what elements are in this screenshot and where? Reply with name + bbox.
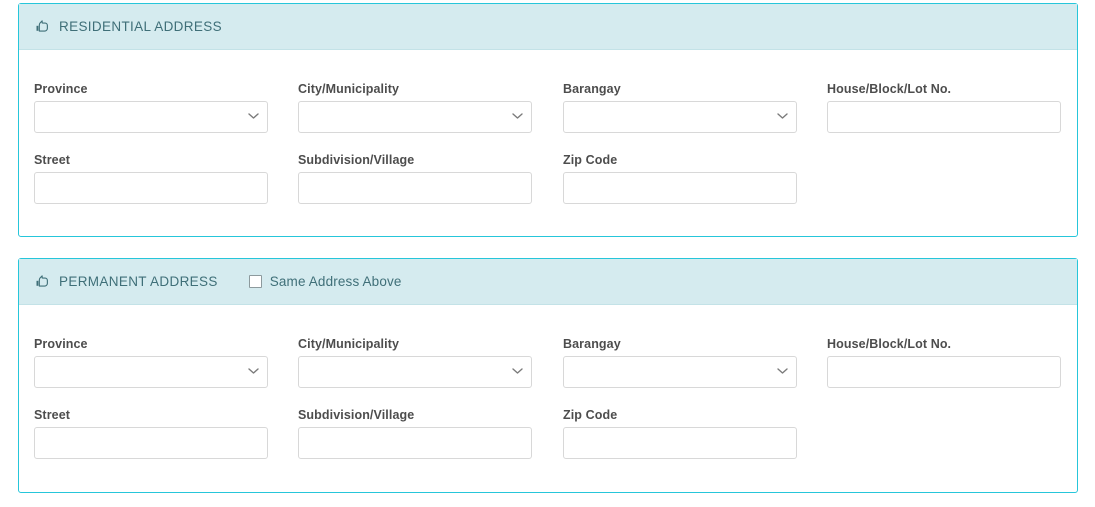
field-label-city-municipality: City/Municipality [298,82,400,96]
field-label-zip-code: Zip Code [563,408,618,422]
province-select-shell [34,101,268,133]
zip-code-input[interactable] [563,172,797,204]
permanent-address-panel: PERMANENT ADDRESS Same Address Above Pro… [18,258,1078,493]
field-province: Province [34,337,268,388]
field-label-subdivision-village: Subdivision/Village [298,408,415,422]
city-municipality-select-shell [298,101,532,133]
permanent-address-header: PERMANENT ADDRESS Same Address Above [19,259,1077,305]
field-label-zip-code: Zip Code [563,153,618,167]
field-label-subdivision-village: Subdivision/Village [298,153,415,167]
city-municipality-select-shell [298,356,532,388]
field-label-street: Street [34,408,71,422]
field-label-street: Street [34,153,71,167]
city-municipality-select[interactable] [298,356,532,388]
residential-address-header: RESIDENTIAL ADDRESS [19,4,1077,50]
subdivision-village-input[interactable] [298,172,532,204]
field-house-block-lot: House/Block/Lot No. [827,337,1061,388]
field-label-house-block-lot: House/Block/Lot No. [827,337,952,351]
barangay-select-shell [563,356,797,388]
address-form-page: RESIDENTIAL ADDRESS Province City/Munici… [0,0,1095,507]
province-select[interactable] [34,356,268,388]
field-street: Street [34,408,268,459]
barangay-select-shell [563,101,797,133]
field-label-province: Province [34,337,88,351]
field-subdivision-village: Subdivision/Village [298,153,532,204]
residential-address-fields: Province City/Municipality Barangay Hous… [19,50,1077,237]
same-address-above-label: Same Address Above [269,274,402,289]
residential-address-panel: RESIDENTIAL ADDRESS Province City/Munici… [18,3,1078,237]
field-label-barangay: Barangay [563,82,621,96]
permanent-address-title: PERMANENT ADDRESS [59,274,218,289]
street-input[interactable] [34,172,268,204]
house-block-lot-input[interactable] [827,356,1061,388]
field-subdivision-village: Subdivision/Village [298,408,532,459]
same-address-above-group[interactable]: Same Address Above [248,274,402,289]
province-select[interactable] [34,101,268,133]
field-zip-code: Zip Code [563,153,797,204]
street-input[interactable] [34,427,268,459]
residential-address-title: RESIDENTIAL ADDRESS [59,19,222,34]
field-zip-code: Zip Code [563,408,797,459]
hand-pointer-icon [35,20,50,35]
field-province: Province [34,82,268,133]
field-label-province: Province [34,82,88,96]
hand-pointer-icon [35,275,50,290]
subdivision-village-input[interactable] [298,427,532,459]
barangay-select[interactable] [563,101,797,133]
house-block-lot-input[interactable] [827,101,1061,133]
city-municipality-select[interactable] [298,101,532,133]
field-city-municipality: City/Municipality [298,337,532,388]
field-label-barangay: Barangay [563,337,621,351]
field-label-city-municipality: City/Municipality [298,337,400,351]
field-city-municipality: City/Municipality [298,82,532,133]
field-barangay: Barangay [563,337,797,388]
zip-code-input[interactable] [563,427,797,459]
same-address-above-checkbox[interactable] [248,275,262,288]
field-street: Street [34,153,268,204]
barangay-select[interactable] [563,356,797,388]
field-barangay: Barangay [563,82,797,133]
field-label-house-block-lot: House/Block/Lot No. [827,82,952,96]
permanent-address-fields: Province City/Municipality Barangay Hous… [19,305,1077,492]
province-select-shell [34,356,268,388]
field-house-block-lot: House/Block/Lot No. [827,82,1061,133]
